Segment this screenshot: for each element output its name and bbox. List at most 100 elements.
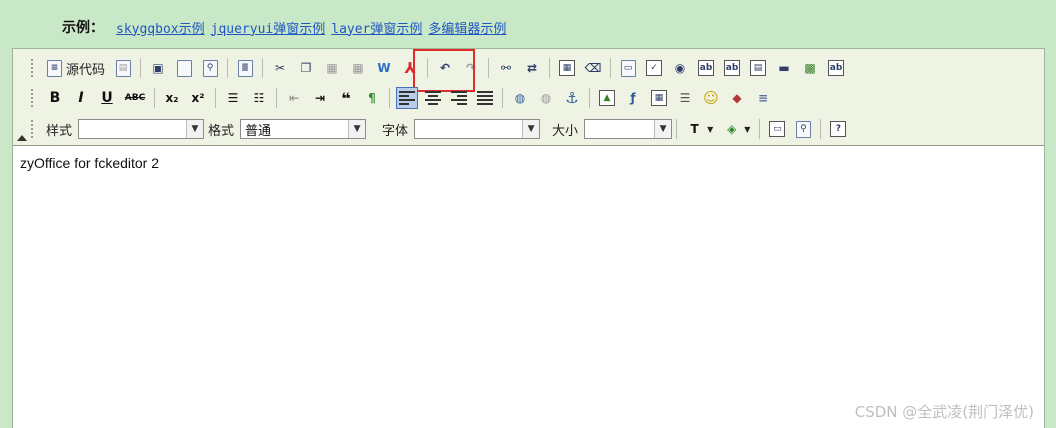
paste-icon: ▦ (326, 61, 338, 75)
link-button[interactable]: ◍ (509, 87, 531, 109)
dropdown-arrow-icon: ▼ (744, 124, 751, 134)
separator (549, 58, 551, 78)
page-break-icon: ≡ (757, 91, 769, 105)
format-select[interactable]: 普通 ▼ (240, 119, 367, 139)
collapse-toolbar-icon[interactable] (17, 135, 27, 141)
text-color-button[interactable]: T ▼ (683, 118, 716, 140)
chevron-down-icon[interactable]: ▼ (522, 120, 540, 138)
button-icon: ▬ (778, 61, 790, 75)
templates-button[interactable]: ≣ (234, 57, 256, 79)
editor-content-area[interactable]: zyOffice for fckeditor 2 CSDN @全武凌(荆门泽优) (13, 145, 1044, 428)
indent-button[interactable]: ⇥ (309, 87, 331, 109)
chevron-down-icon[interactable]: ▼ (186, 120, 204, 138)
word-import-button[interactable]: W (373, 57, 395, 79)
separator (276, 88, 277, 108)
new-page-button[interactable] (173, 57, 195, 79)
preview-button[interactable]: ⚲ (199, 57, 221, 79)
source-label: 源代码 (66, 62, 106, 78)
about-button[interactable]: ? (827, 118, 849, 140)
new-page-icon (176, 59, 192, 77)
bold-button[interactable]: B (44, 87, 66, 109)
toolbar-row-2: B I U ABC x₂ x² ☰ ☷ ⇤ ⇥ ❝ ¶ ◍ ◍ ⚓ ▲ ƒ ▦ … (31, 85, 776, 111)
show-blocks-button[interactable]: ⚲ (792, 118, 814, 140)
copy-button[interactable]: ❐ (295, 57, 317, 79)
smiley-icon: ☺ (703, 89, 719, 107)
strike-icon: ABC (124, 93, 146, 103)
watermark: CSDN @全武凌(荆门泽优) (854, 403, 1034, 421)
unordered-list-button[interactable]: ☷ (248, 87, 270, 109)
style-select[interactable]: ▼ (78, 119, 205, 139)
horizontal-rule-button[interactable]: ☰ (674, 87, 696, 109)
smiley-button[interactable]: ☺ (700, 87, 722, 109)
chevron-down-icon[interactable]: ▼ (348, 120, 366, 138)
paste-text-button[interactable]: ▦ (347, 57, 369, 79)
flash-button[interactable]: ƒ (622, 87, 644, 109)
show-blocks-icon: ⚲ (795, 120, 811, 138)
form-button[interactable]: ▭ (617, 57, 639, 79)
image-button[interactable]: ▲ (596, 87, 618, 109)
remove-format-button[interactable]: ⌫ (582, 57, 604, 79)
image-button-button[interactable]: ▩ (799, 57, 821, 79)
align-justify-button[interactable] (474, 87, 496, 109)
table-button[interactable]: ▦ (648, 87, 670, 109)
link-layer[interactable]: layer弹窗示例 (331, 18, 422, 37)
editor-text: zyOffice for fckeditor 2 (20, 155, 160, 171)
separator (820, 119, 822, 139)
underline-icon: U (101, 90, 113, 106)
align-left-button[interactable] (396, 87, 418, 109)
font-select[interactable]: ▼ (414, 119, 541, 139)
size-select[interactable]: ▼ (584, 119, 673, 139)
align-right-button[interactable] (448, 87, 470, 109)
strike-button[interactable]: ABC (122, 87, 148, 109)
link-jqueryui[interactable]: jqueryui弹窗示例 (211, 18, 326, 37)
radio-button[interactable]: ◉ (669, 57, 691, 79)
checkbox-button[interactable]: ✓ (643, 57, 665, 79)
page-break-button[interactable]: ≡ (752, 87, 774, 109)
textfield-button[interactable]: ab (695, 57, 717, 79)
ordered-list-button[interactable]: ☰ (222, 87, 244, 109)
checkbox-icon: ✓ (646, 60, 663, 76)
bg-color-button[interactable]: ◈ ▼ (720, 118, 753, 140)
size-label: 大小 (552, 123, 579, 139)
help-icon: ? (830, 121, 847, 137)
outdent-button[interactable]: ⇤ (283, 87, 305, 109)
align-right-icon (451, 91, 467, 105)
italic-button[interactable]: I (70, 87, 92, 109)
separator (610, 58, 612, 78)
textarea-button[interactable]: ab (721, 57, 743, 79)
maximize-button[interactable]: ▭ (766, 118, 788, 140)
separator (140, 58, 142, 78)
anchor-icon: ⚓ (565, 89, 579, 107)
form-button-button[interactable]: ▬ (773, 57, 795, 79)
link-multi-editor[interactable]: 多编辑器示例 (428, 18, 506, 37)
hidden-field-button[interactable]: ab (825, 57, 847, 79)
div-icon: ¶ (368, 91, 376, 105)
examples-bar: 示例： skygqbox示例 jqueryui弹窗示例 layer弹窗示例 多编… (62, 16, 512, 38)
select-all-button[interactable]: ▦ (556, 57, 578, 79)
link-skygqbox[interactable]: skygqbox示例 (116, 18, 205, 37)
div-button[interactable]: ¶ (361, 87, 383, 109)
source-button[interactable]: ≡ 源代码 (44, 57, 108, 79)
radio-icon: ◉ (674, 61, 686, 75)
underline-button[interactable]: U (96, 87, 118, 109)
blockquote-button[interactable]: ❝ (335, 87, 357, 109)
save-button[interactable]: ▣ (147, 57, 169, 79)
eraser-icon: ⌫ (584, 61, 602, 75)
unlink-button[interactable]: ◍ (535, 87, 557, 109)
special-char-button[interactable]: ◆ (726, 87, 748, 109)
templates-icon: ≣ (237, 59, 253, 77)
paste-button[interactable]: ▦ (321, 57, 343, 79)
style-label: 样式 (46, 123, 73, 139)
superscript-button[interactable]: x² (187, 87, 209, 109)
anchor-button[interactable]: ⚓ (561, 87, 583, 109)
textarea-icon: ab (724, 60, 741, 76)
find-button[interactable]: ⚯ (495, 57, 517, 79)
select-field-button[interactable]: ▤ (747, 57, 769, 79)
doc-props-button[interactable]: ▤ (112, 57, 134, 79)
save-icon: ▣ (152, 61, 164, 75)
align-center-button[interactable] (422, 87, 444, 109)
cut-button[interactable]: ✂ (269, 57, 291, 79)
replace-button[interactable]: ⇄ (521, 57, 543, 79)
subscript-button[interactable]: x₂ (161, 87, 183, 109)
chevron-down-icon[interactable]: ▼ (654, 120, 672, 138)
